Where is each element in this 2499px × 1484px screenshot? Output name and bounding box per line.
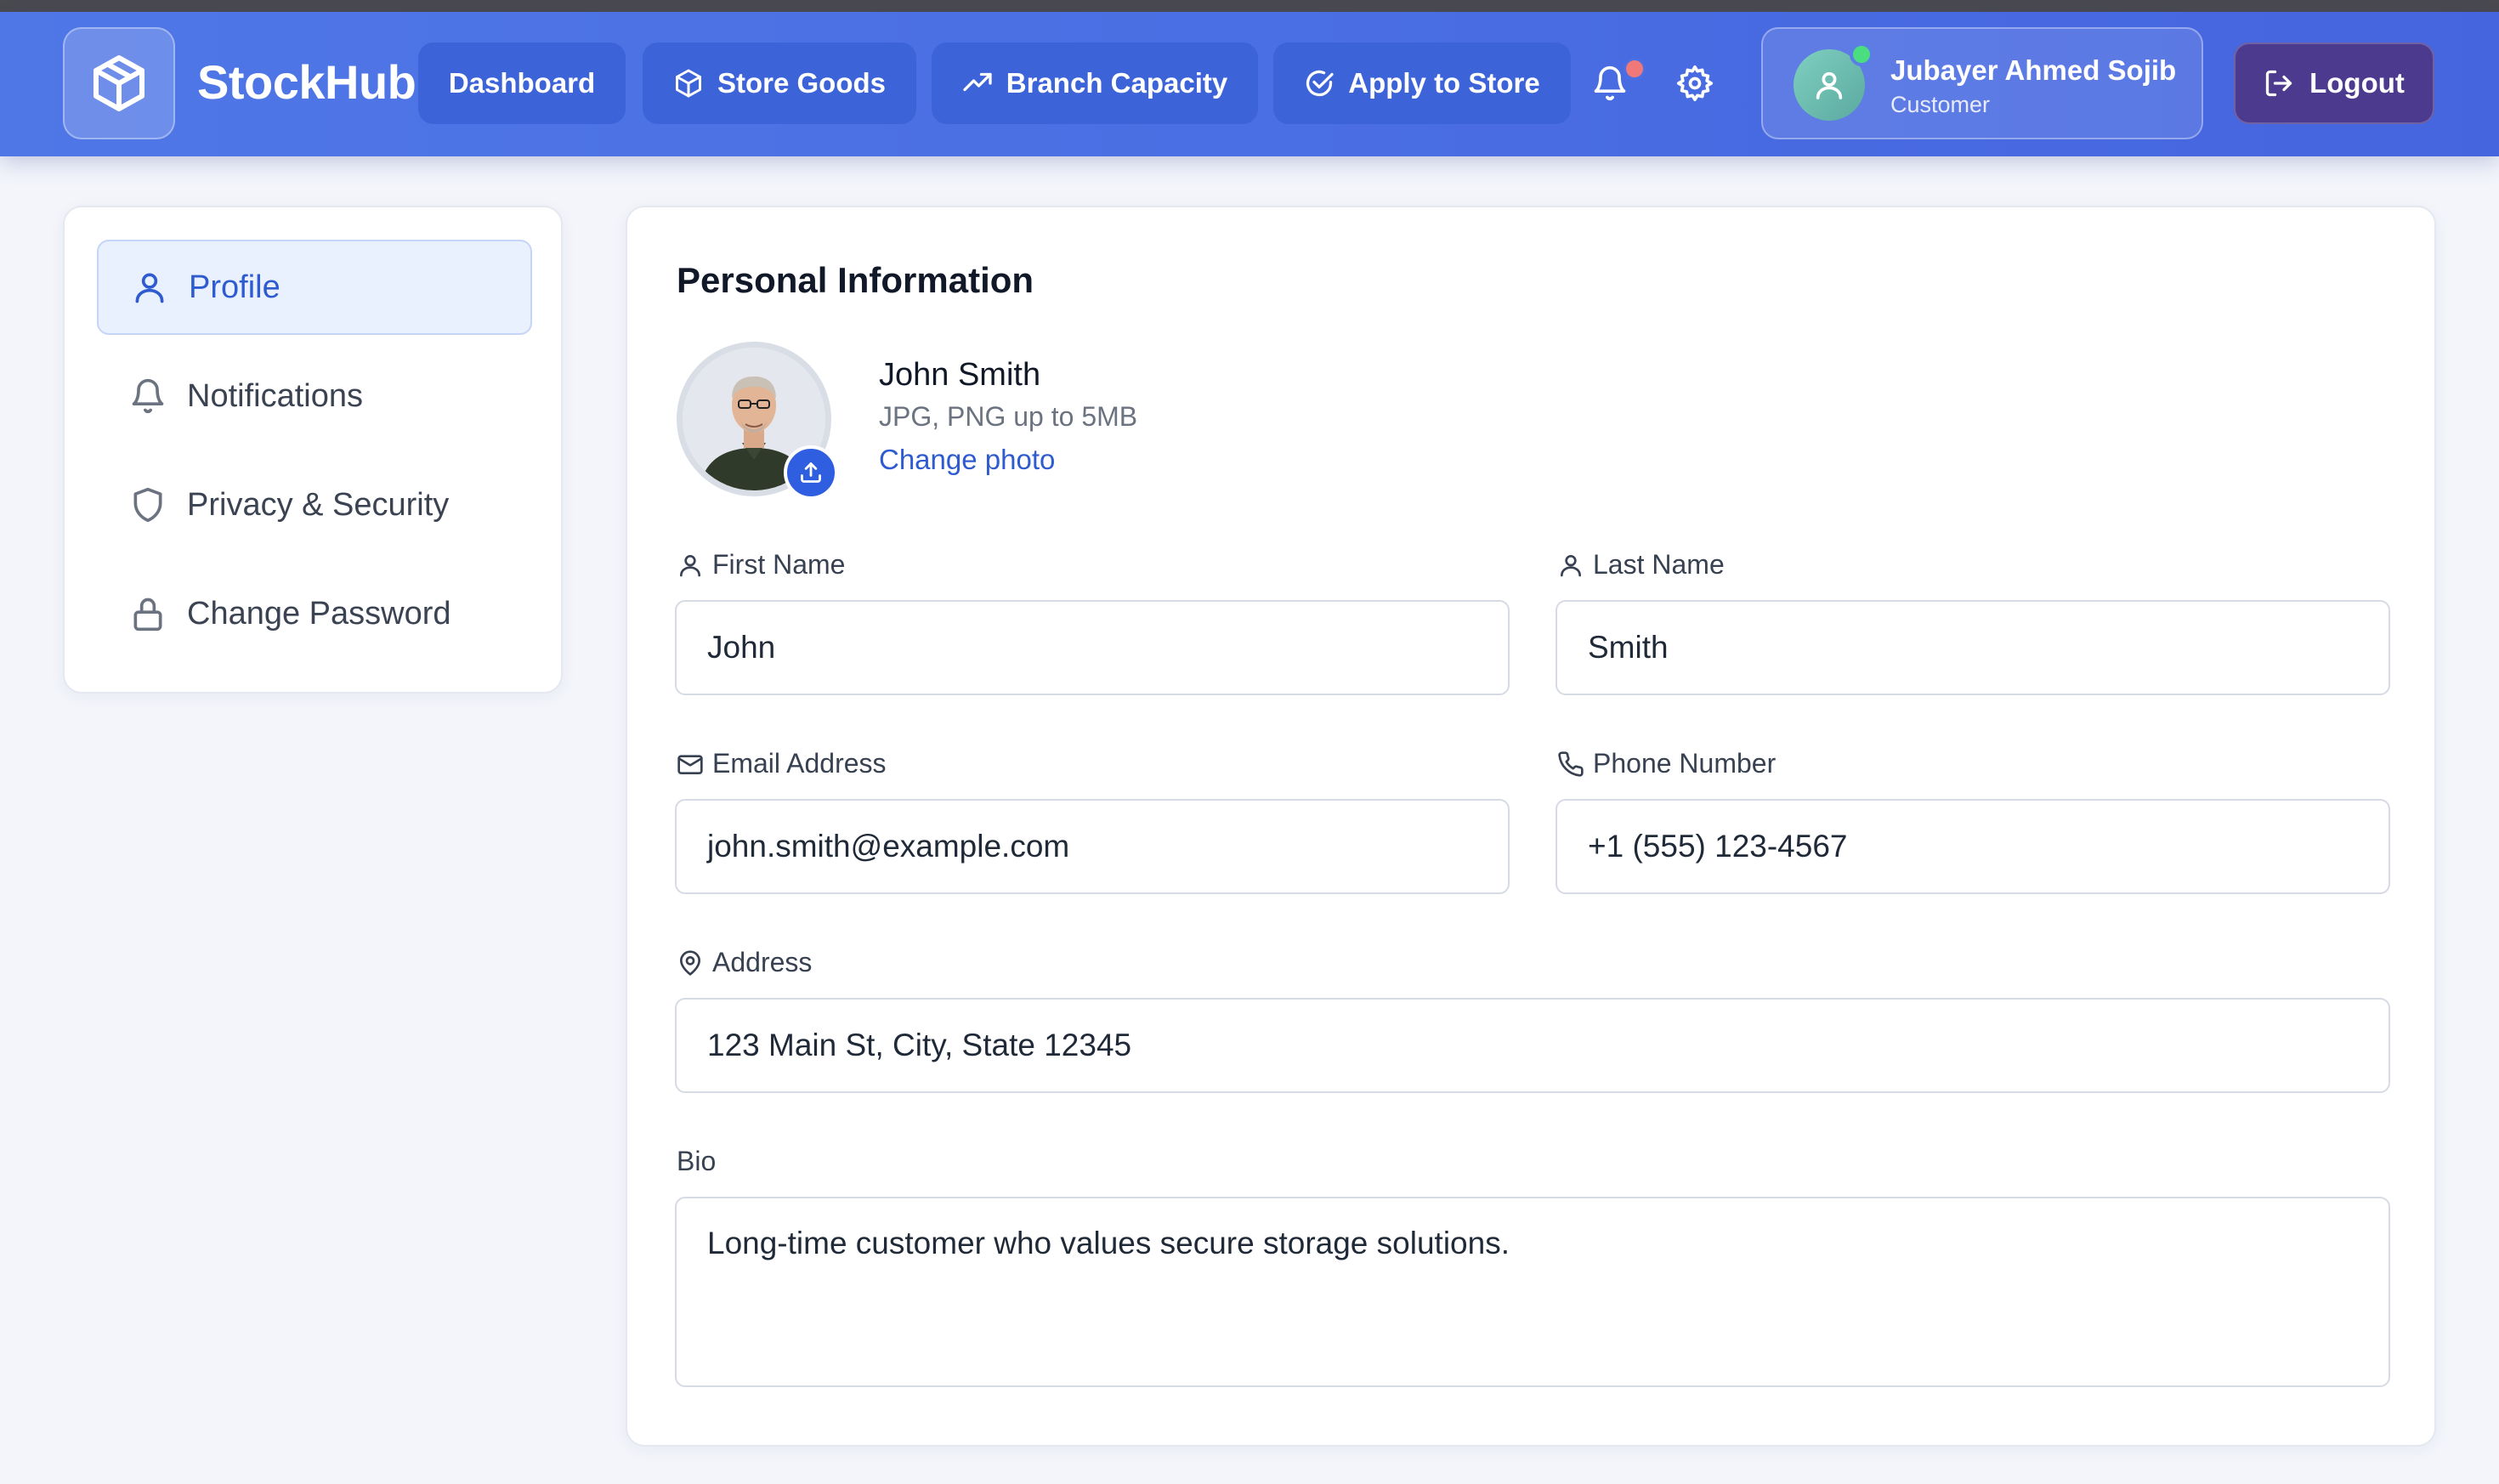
- sidebar-item-profile[interactable]: Profile: [97, 240, 532, 335]
- user-icon: [135, 273, 164, 303]
- sidebar-item-privacy-security[interactable]: Privacy & Security: [97, 457, 532, 552]
- top-navbar: StockHub Dashboard Store Goods Branch Ca…: [0, 12, 2499, 156]
- email-label: Email Address: [677, 748, 887, 779]
- email-field[interactable]: john.smith@example.com: [675, 799, 1510, 894]
- lock-icon: [133, 598, 162, 632]
- bio-label: Bio: [677, 1146, 716, 1177]
- personal-information-card: Personal Information John Smith JPG, PNG…: [626, 206, 2436, 1447]
- nav-branch-capacity[interactable]: Branch Capacity: [932, 42, 1258, 124]
- address-label-text: Address: [712, 947, 813, 977]
- address-label: Address: [677, 947, 812, 978]
- nav-store-goods[interactable]: Store Goods: [643, 42, 916, 124]
- bio-label-text: Bio: [677, 1146, 717, 1176]
- address-field[interactable]: 123 Main St, City, State 12345: [675, 998, 2390, 1093]
- logo-box-icon[interactable]: [63, 27, 175, 139]
- brand-name[interactable]: StockHub: [197, 54, 416, 110]
- map-pin-icon: [680, 949, 700, 976]
- package-icon: [675, 69, 701, 98]
- photo-format-hint: JPG, PNG up to 5MB: [879, 401, 1138, 432]
- nav-apply-to-store[interactable]: Apply to Store: [1273, 42, 1571, 124]
- online-status-dot: [1850, 42, 1873, 66]
- settings-sidebar: Profile Notifications Privacy & Security…: [63, 206, 563, 694]
- sidebar-item-notifications[interactable]: Notifications: [97, 348, 532, 444]
- sidebar-item-label: Privacy & Security: [187, 486, 450, 523]
- cube-logo-icon: [94, 55, 144, 111]
- first-name-label: First Name: [677, 549, 845, 581]
- logout-button[interactable]: Logout: [2234, 42, 2434, 124]
- phone-label: Phone Number: [1557, 748, 1776, 779]
- user-role: Customer: [1890, 92, 1991, 117]
- settings-button[interactable]: [1668, 56, 1722, 110]
- phone-label-text: Phone Number: [1593, 748, 1776, 779]
- upload-photo-button[interactable]: [784, 445, 838, 500]
- nav-store-goods-label: Store Goods: [717, 67, 887, 99]
- user-icon: [680, 554, 700, 576]
- upload-icon: [801, 462, 821, 483]
- user-name: Jubayer Ahmed Sojib: [1890, 54, 2177, 86]
- check-circle-icon: [1306, 70, 1334, 97]
- trending-up-icon: [963, 72, 992, 92]
- change-photo-link[interactable]: Change photo: [879, 444, 1055, 476]
- user-icon: [1561, 554, 1581, 576]
- gear-icon: [1676, 65, 1714, 102]
- nav-branch-capacity-label: Branch Capacity: [1006, 67, 1228, 99]
- phone-icon: [1558, 750, 1584, 777]
- last-name-field[interactable]: Smith: [1556, 600, 2390, 695]
- logout-icon: [2265, 70, 2292, 97]
- bell-icon: [132, 378, 164, 413]
- sidebar-item-label: Change Password: [187, 595, 451, 632]
- last-name-label: Last Name: [1557, 549, 1725, 581]
- sidebar-item-label: Profile: [189, 269, 280, 305]
- section-title: Personal Information: [677, 260, 1034, 300]
- shield-icon: [133, 487, 162, 523]
- window-top-strip: [0, 0, 2499, 12]
- first-name-field[interactable]: John: [675, 600, 1510, 695]
- phone-field[interactable]: +1 (555) 123-4567: [1556, 799, 2390, 894]
- nav-dashboard[interactable]: Dashboard: [418, 42, 626, 124]
- email-label-text: Email Address: [712, 748, 887, 779]
- last-name-label-text: Last Name: [1593, 549, 1725, 580]
- nav-dashboard-label: Dashboard: [448, 67, 596, 99]
- logout-label: Logout: [2309, 67, 2405, 99]
- first-name-label-text: First Name: [712, 549, 846, 580]
- bio-textarea[interactable]: Long-time customer who values secure sto…: [675, 1197, 2390, 1387]
- user-icon: [1816, 71, 1843, 99]
- user-menu[interactable]: Jubayer Ahmed Sojib Customer: [1761, 27, 2203, 139]
- nav-apply-to-store-label: Apply to Store: [1348, 67, 1540, 99]
- sidebar-item-change-password[interactable]: Change Password: [97, 566, 532, 661]
- profile-display-name: John Smith: [879, 357, 1041, 393]
- sidebar-item-label: Notifications: [187, 377, 363, 414]
- notification-dot: [1624, 58, 1646, 80]
- mail-icon: [677, 754, 703, 774]
